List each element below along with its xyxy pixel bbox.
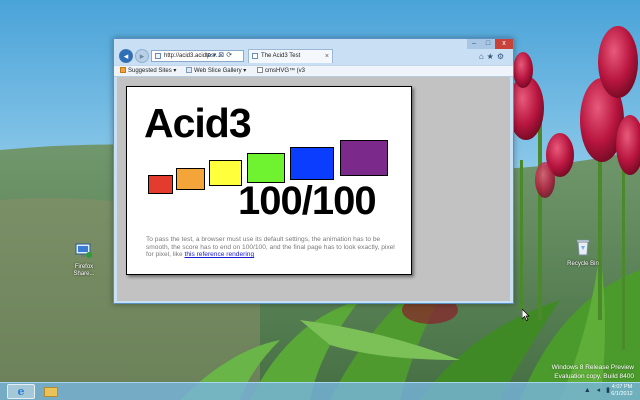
back-arrow-icon: ◂ — [123, 51, 129, 61]
address-search-refresh-controls[interactable]: ρ ▾ ⊠ ⟳ — [207, 50, 232, 62]
forward-arrow-icon: ▸ — [139, 51, 145, 61]
browser-window: ◂ ▸ http://acid3.acidtes... ρ ▾ ⊠ ⟳ The … — [113, 38, 514, 304]
page-icon — [257, 67, 263, 73]
acid3-title: Acid3 — [144, 100, 252, 146]
forward-button[interactable]: ▸ — [135, 49, 149, 63]
desktop-icon-recycle-bin[interactable]: Recycle Bin — [563, 238, 603, 268]
favorites-item-web-slice-gallery[interactable]: Web Slice Gallery ▾ — [186, 66, 246, 76]
browser-titlebar[interactable]: ◂ ▸ http://acid3.acidtes... ρ ▾ ⊠ ⟳ The … — [114, 39, 513, 65]
favorites-item-label: Web Slice Gallery ▾ — [194, 68, 247, 74]
acid3-bucket-5 — [290, 147, 334, 180]
taskbar: e ▲ ◂ ▮ 4:07 PM 6/1/2012 — [0, 382, 640, 400]
maximize-button[interactable]: □ — [481, 39, 495, 49]
reference-rendering-link[interactable]: this reference rendering — [184, 251, 254, 258]
taskbar-file-explorer-button[interactable] — [37, 384, 65, 399]
back-button[interactable]: ◂ — [119, 49, 133, 63]
network-icon — [64, 243, 104, 262]
taskbar-clock[interactable]: 4:07 PM 6/1/2012 — [608, 384, 636, 398]
acid3-bucket-2 — [176, 168, 205, 190]
close-button[interactable]: x — [495, 39, 513, 49]
acid3-score: 100/100 — [238, 179, 377, 223]
web-slice-icon — [186, 67, 192, 73]
taskbar-internet-explorer-button[interactable]: e — [7, 384, 35, 399]
acid3-bucket-6 — [340, 140, 388, 176]
watermark-line-1: Windows 8 Release Preview — [551, 364, 634, 371]
favorites-item-cmshvg[interactable]: cmsHVG™ (v3 — [257, 66, 305, 76]
favorites-bar: Suggested Sites ▾ Web Slice Gallery ▾ cm… — [114, 65, 513, 77]
tab-favicon-icon — [252, 53, 258, 59]
desktop-icon-firefox-share[interactable]: Firefox Share... — [64, 243, 104, 278]
browser-viewport: Acid3 100/100 To pass the test, a browse… — [117, 77, 510, 301]
clock-date: 6/1/2012 — [611, 391, 633, 397]
tab-title: The Acid3 Test — [261, 53, 301, 59]
home-favorites-tools-icons[interactable]: ⌂★⚙ — [479, 52, 507, 61]
desktop-icon-label: Firefox Share... — [73, 264, 95, 277]
acid3-explanation: To pass the test, a browser must use its… — [146, 236, 402, 259]
tab-acid3[interactable]: The Acid3 Test × — [248, 49, 333, 63]
favorites-item-label: Suggested Sites ▾ — [128, 68, 177, 74]
mouse-pointer-icon — [521, 308, 530, 326]
acid3-bucket-1 — [148, 175, 173, 194]
folder-icon — [44, 387, 58, 397]
minimize-button[interactable]: – — [467, 39, 481, 49]
tab-close-icon[interactable]: × — [325, 50, 329, 63]
favorites-item-suggested-sites[interactable]: Suggested Sites ▾ — [120, 66, 176, 76]
clock-time: 4:07 PM — [611, 384, 633, 390]
recycle-bin-icon — [563, 238, 603, 259]
watermark-line-2: Evaluation copy. Build 8400 — [554, 373, 634, 380]
page-favicon-icon — [155, 53, 161, 59]
windows-evaluation-watermark: Windows 8 Release Preview Evaluation cop… — [552, 363, 634, 381]
favorites-item-label: cmsHVG™ (v3 — [265, 68, 306, 74]
acid3-test-page: Acid3 100/100 To pass the test, a browse… — [126, 86, 412, 275]
internet-explorer-icon: e — [17, 385, 25, 398]
desktop-icon-label: Recycle Bin — [567, 261, 599, 267]
suggested-sites-icon — [120, 67, 126, 73]
